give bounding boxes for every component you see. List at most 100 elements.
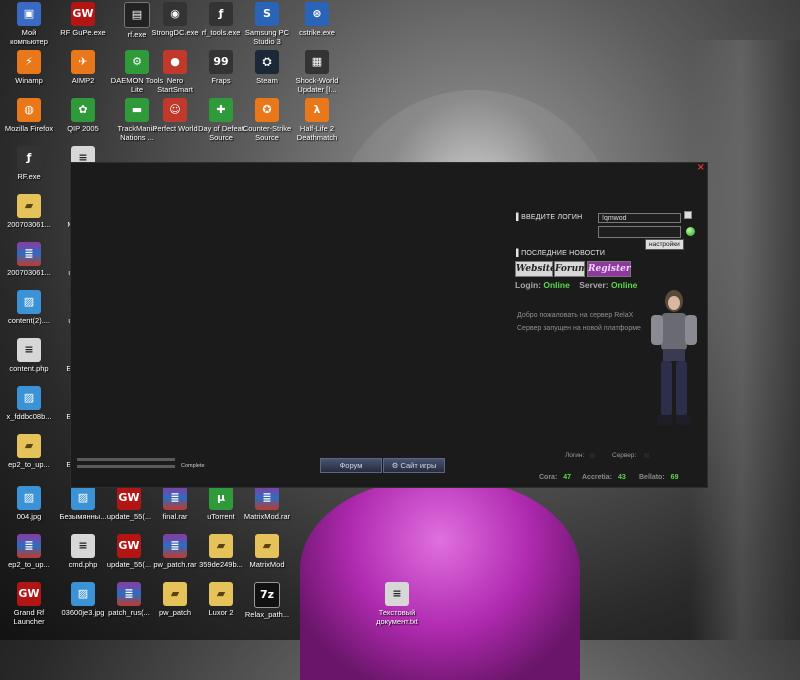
steam-icon: ⛭ — [255, 50, 279, 74]
desktop-icon-label: 200703061... — [7, 268, 51, 277]
progress-bar-1 — [77, 458, 175, 461]
image-icon: ▨ — [71, 486, 95, 510]
desktop-icon[interactable]: ✪ Counter-Strike Source — [240, 98, 294, 142]
aimp-icon: ✈ — [71, 50, 95, 74]
race-bellato: Bellato: 69 — [639, 474, 679, 481]
desktop-icon[interactable]: ≡ Текстовый документ.txt — [370, 582, 424, 626]
desktop-icon[interactable]: 7z Relax_path... — [240, 582, 294, 619]
password-field[interactable] — [598, 226, 681, 238]
zip7-icon: 7z — [254, 582, 280, 608]
trackmania-icon: ▬ — [125, 98, 149, 122]
desktop-icon[interactable]: ▨ x_fddbc08b... — [2, 386, 56, 421]
desktop-icon[interactable]: ≣ ep2_to_up... — [2, 534, 56, 569]
desktop-icon[interactable]: ✿ QIP 2005 — [56, 98, 110, 133]
desktop-icon[interactable]: ƒ RF.exe — [2, 146, 56, 181]
firefox-icon: ◍ — [17, 98, 41, 122]
desktop-icon[interactable]: S Samsung PC Studio 3 — [240, 2, 294, 46]
desktop-icon[interactable]: ⊛ cstrike.exe — [290, 2, 344, 37]
document-icon: ≡ — [71, 534, 95, 558]
rar-icon: ≣ — [17, 242, 41, 266]
desktop-icon[interactable]: ◍ Mozilla Firefox — [2, 98, 56, 133]
desktop-icon-label: AIMP2 — [71, 76, 95, 85]
rar-icon: ≣ — [117, 582, 141, 606]
desktop-icon-label: QIP 2005 — [67, 124, 99, 133]
desktop-icon-label: Мой компьютер — [10, 28, 48, 46]
desktop-icon[interactable]: ≡ content.php — [2, 338, 56, 373]
news-item[interactable]: Сервер запущен на новой платформе — [517, 325, 641, 332]
desktop-icon[interactable]: GW RF GuPe.exe — [56, 2, 110, 37]
css-icon: ✪ — [255, 98, 279, 122]
winamp-icon: ⚡ — [17, 50, 41, 74]
launcher-window: × ▌ВВЕДИТЕ ЛОГИН настройки ▌ПОСЛЕДНИЕ НО… — [70, 162, 708, 488]
progress-bar-2 — [77, 465, 175, 468]
rar-icon: ≣ — [255, 486, 279, 510]
desktop-icon[interactable]: ▣ Мой компьютер — [2, 2, 56, 46]
register-button[interactable]: Register — [587, 261, 631, 277]
news-item[interactable]: Добро пожаловать на сервер RelaX — [517, 312, 633, 319]
login-indicator — [590, 453, 595, 458]
login-go-button[interactable] — [686, 227, 695, 236]
desktop-icon[interactable]: ≣ 200703061... — [2, 242, 56, 277]
desktop-icon[interactable]: ✈ AIMP2 — [56, 50, 110, 85]
desktop-icon-label: Relax_path... — [244, 610, 290, 619]
desktop-icon[interactable]: ▨ 004.jpg — [2, 486, 56, 521]
news-label: ▌ПОСЛЕДНИЕ НОВОСТИ — [516, 250, 606, 257]
document-icon: ≡ — [17, 338, 41, 362]
wallpaper-dress — [300, 480, 580, 680]
close-icon[interactable]: × — [697, 162, 705, 173]
gw-icon: GW — [117, 486, 141, 510]
desktop-icon-label: content(2).... — [7, 316, 51, 325]
samsung-icon: S — [255, 2, 279, 26]
desktop-icon[interactable]: ▰ 200703061... — [2, 194, 56, 229]
desktop-icon-label: RF.exe — [17, 172, 41, 181]
desktop-icon-label: MatrixMod — [249, 560, 285, 569]
cstrike-icon: ⊛ — [305, 2, 329, 26]
fraps-icon: 99 — [209, 50, 233, 74]
site-bottom-button[interactable]: ⚙ Сайт игры — [383, 458, 445, 473]
desktop-icon[interactable]: ▰ MatrixMod — [240, 534, 294, 569]
remember-checkbox[interactable] — [684, 211, 692, 219]
rar-icon: ≣ — [163, 534, 187, 558]
desktop-icon-label: Half-Life 2 Deathmatch — [296, 124, 338, 142]
forum-button[interactable]: Forum — [554, 261, 588, 277]
rf-icon: ƒ — [209, 2, 233, 26]
desktop-icon[interactable]: ▦ Shock-World Updater [I... — [290, 50, 344, 94]
desktop-icon-label: MatrixMod.rar — [243, 512, 291, 521]
qip-icon: ✿ — [71, 98, 95, 122]
exe-icon: ▤ — [124, 2, 150, 28]
server-indicator — [644, 453, 649, 458]
text-file-icon: ≡ — [385, 582, 409, 606]
settings-button[interactable]: настройки — [645, 239, 684, 250]
desktop-icon[interactable]: GW Grand Rf Launcher — [2, 582, 56, 626]
login-label: ▌ВВЕДИТЕ ЛОГИН — [516, 214, 583, 221]
login-status-value: Online — [543, 280, 570, 290]
website-button[interactable]: Website — [515, 261, 556, 277]
desktop-icon[interactable]: ▰ ep2_to_up... — [2, 434, 56, 469]
forum-bottom-button[interactable]: Форум — [320, 458, 382, 473]
rar-icon: ≣ — [163, 486, 187, 510]
desktop-icon[interactable]: ⚡ Winamp — [2, 50, 56, 85]
desktop-icon-label: cstrike.exe — [299, 28, 335, 37]
gw-icon: GW — [117, 534, 141, 558]
status-line: Login: Online Server: Online — [515, 280, 637, 290]
strongdc-icon: ◉ — [163, 2, 187, 26]
desktop-icon[interactable]: ▨ content(2).... — [2, 290, 56, 325]
desktop-icon[interactable]: ⛭ Steam — [240, 50, 294, 85]
updater-icon: ▦ — [305, 50, 329, 74]
utorrent-icon: µ — [209, 486, 233, 510]
desktop-icon[interactable]: λ Half-Life 2 Deathmatch — [290, 98, 344, 142]
login-field[interactable] — [598, 213, 681, 223]
computer-icon: ▣ — [17, 2, 41, 26]
daemon-tools-icon: ⚙ — [125, 50, 149, 74]
folder-icon: ▰ — [17, 434, 41, 458]
desktop-icon[interactable]: ≣ MatrixMod.rar — [240, 486, 294, 521]
progress-text: Complete — [181, 463, 205, 469]
gw-icon: GW — [17, 582, 41, 606]
desktop-icon-label: Samsung PC Studio 3 — [244, 28, 290, 46]
folder-icon: ▰ — [209, 534, 233, 558]
desktop-icon-label: 200703061... — [7, 220, 51, 229]
folder-icon: ▰ — [209, 582, 233, 606]
desktop-icon-label: Mozilla Firefox — [4, 124, 54, 133]
image-icon: ▨ — [17, 290, 41, 314]
desktop-icon-label: content.php — [9, 364, 49, 373]
